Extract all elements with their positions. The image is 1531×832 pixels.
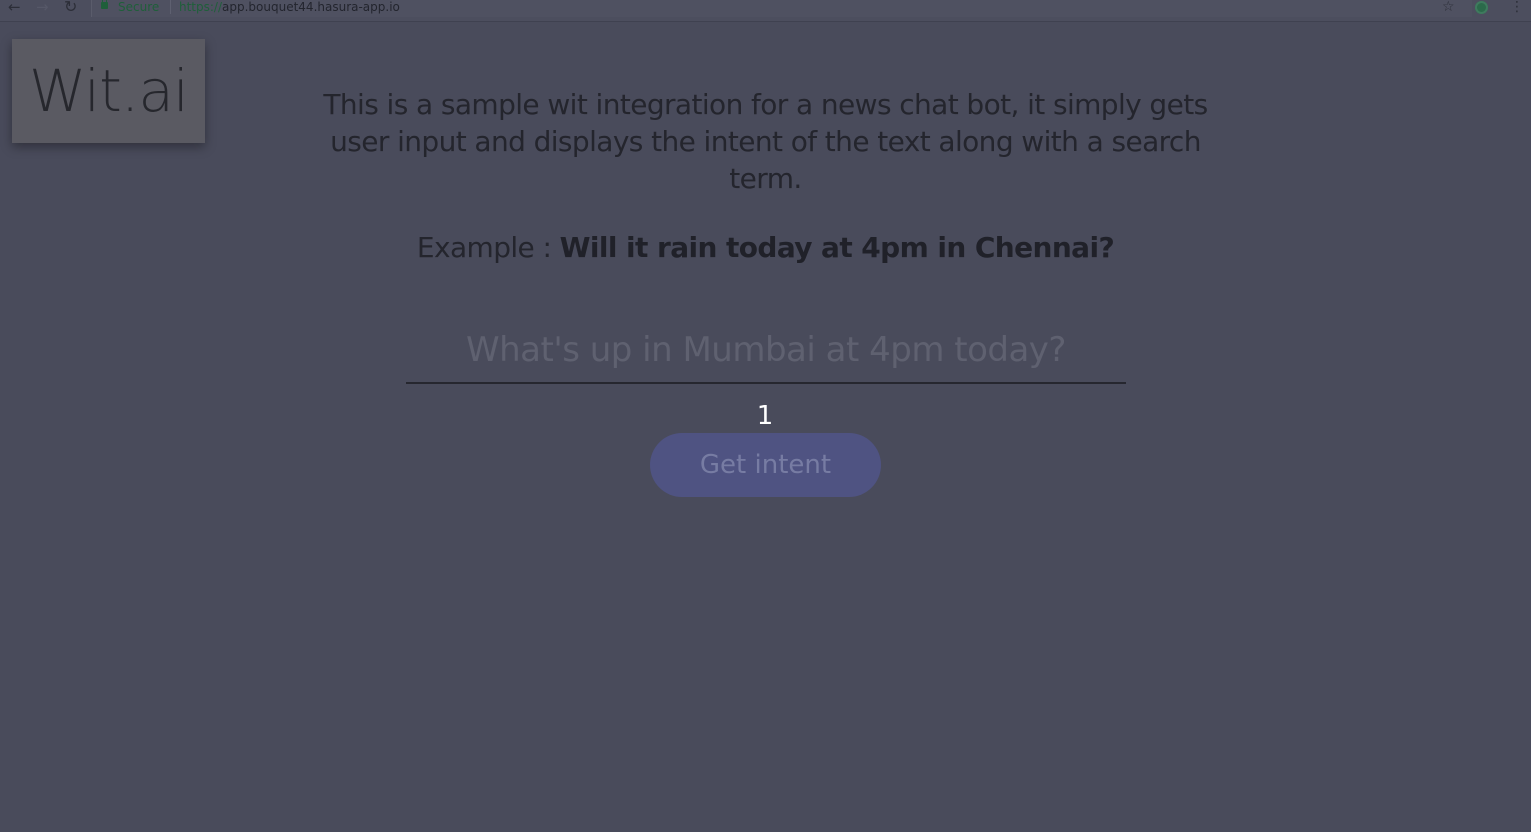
bookmark-star-icon[interactable]: ☆ <box>1442 0 1455 14</box>
browser-menu-icon[interactable]: ⋮ <box>1510 0 1524 14</box>
query-input[interactable] <box>406 318 1126 384</box>
browser-toolbar: ← → ↻ Secure https://app.bouquet44.hasur… <box>0 0 1531 22</box>
wit-ai-logo: Wit.ai <box>12 39 205 143</box>
url-scheme: https:// <box>179 0 223 14</box>
extension-icon[interactable] <box>1475 1 1488 14</box>
address-bar[interactable]: Secure https://app.bouquet44.hasura-app.… <box>91 0 1472 17</box>
back-arrow-icon[interactable]: ← <box>8 0 21 16</box>
address-divider <box>170 0 171 14</box>
example-query: Will it rain today at 4pm in Chennai? <box>559 231 1115 264</box>
get-intent-button[interactable]: Get intent <box>650 433 881 497</box>
reload-icon[interactable]: ↻ <box>64 0 77 16</box>
intro-description: This is a sample wit integration for a n… <box>323 88 1208 195</box>
url-host: app.bouquet44.hasura-app.io <box>222 0 400 14</box>
url-text[interactable]: https://app.bouquet44.hasura-app.io <box>179 0 400 14</box>
forward-arrow-icon[interactable]: → <box>36 0 49 16</box>
example-line: Example : Will it rain today at 4pm in C… <box>310 229 1221 267</box>
secure-label: Secure <box>118 0 160 14</box>
counter-value: 1 <box>756 401 774 431</box>
example-label: Example : <box>416 231 560 264</box>
lock-icon <box>101 0 108 9</box>
